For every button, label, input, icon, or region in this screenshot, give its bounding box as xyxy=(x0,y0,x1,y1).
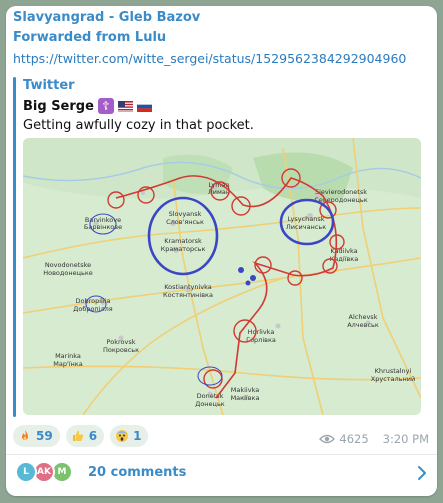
chevron-right-icon[interactable] xyxy=(417,465,427,481)
map-label: Lysychansk xyxy=(287,215,324,223)
map-label: Makiivka xyxy=(231,386,259,394)
blue-dot-marker xyxy=(238,267,244,273)
quote-author: Big Serge xyxy=(23,98,94,114)
reaction-count: 59 xyxy=(36,429,53,443)
view-count: 4625 xyxy=(339,432,369,446)
ru-flag-icon xyxy=(136,100,152,112)
reactions-bar: 59 6 1 xyxy=(13,425,149,447)
fire-icon xyxy=(22,430,28,440)
map-label: Kramatorsk xyxy=(164,237,202,245)
map-label: Khrustalnyi xyxy=(375,367,412,375)
reaction-count: 6 xyxy=(88,429,98,443)
us-flag-icon xyxy=(117,100,133,112)
map-label: Донецьк xyxy=(195,400,225,408)
reaction-scream[interactable]: 1 xyxy=(110,425,149,447)
scream-icon xyxy=(116,430,129,442)
orthodox-cross-icon: ☦ xyxy=(97,98,114,114)
map-label: Slovyansk xyxy=(169,210,202,218)
thumbs-up-icon xyxy=(72,430,83,441)
map-label: Алчевськ xyxy=(347,321,379,329)
map-label: Краматорськ xyxy=(161,245,206,253)
map-label: Alchevsk xyxy=(349,313,378,321)
map-label: Покровськ xyxy=(103,346,139,354)
map-label: Лисичанськ xyxy=(286,223,326,231)
quote-site[interactable]: Twitter xyxy=(23,78,75,93)
map-label: Мар'їнка xyxy=(53,360,82,368)
quote-text: Getting awfully cozy in that pocket. xyxy=(23,118,254,133)
map-canvas: Slovyansk Слов'янськ Kramatorsk Краматор… xyxy=(23,138,421,415)
map-label: Pokrovsk xyxy=(107,338,136,346)
eye-icon xyxy=(319,434,336,444)
map-label: Horlivka xyxy=(248,328,275,336)
forwarded-from[interactable]: Forwarded from Lulu xyxy=(13,30,166,45)
avatar: L xyxy=(15,461,37,483)
map-label: Костянтинівка xyxy=(163,291,213,299)
tweet-link[interactable]: https://twitter.com/witte_sergei/status/… xyxy=(13,51,406,66)
reaction-thumbs-up[interactable]: 6 xyxy=(65,425,105,447)
map-label: Marinka xyxy=(55,352,81,360)
reaction-count: 1 xyxy=(133,429,142,443)
channel-name[interactable]: Slavyangrad - Gleb Bazov xyxy=(13,10,200,25)
comments-link[interactable]: 20 comments xyxy=(88,465,186,480)
map-label: Novodonetske xyxy=(45,261,91,269)
blue-dot-marker xyxy=(250,275,256,281)
message-time: 3:20 PM xyxy=(382,432,429,446)
map-label: Слов'янськ xyxy=(166,218,204,226)
map-label: Хрустальний xyxy=(371,375,415,383)
message-meta: 4625 3:20 PM xyxy=(319,432,429,446)
map-image[interactable]: Slovyansk Слов'янськ Kramatorsk Краматор… xyxy=(23,138,421,415)
comments-divider xyxy=(6,454,437,455)
map-label: Макіївка xyxy=(231,394,260,402)
map-label: Kostiantynivka xyxy=(164,283,212,291)
quote-author-line: Big Serge ☦ xyxy=(23,98,152,114)
map-label: Новодонецьке xyxy=(43,269,93,277)
blue-dot-marker xyxy=(245,280,251,286)
commenter-avatars: L AK M xyxy=(15,461,75,485)
quote-bar xyxy=(13,77,16,417)
reaction-fire[interactable]: 59 xyxy=(13,425,60,447)
